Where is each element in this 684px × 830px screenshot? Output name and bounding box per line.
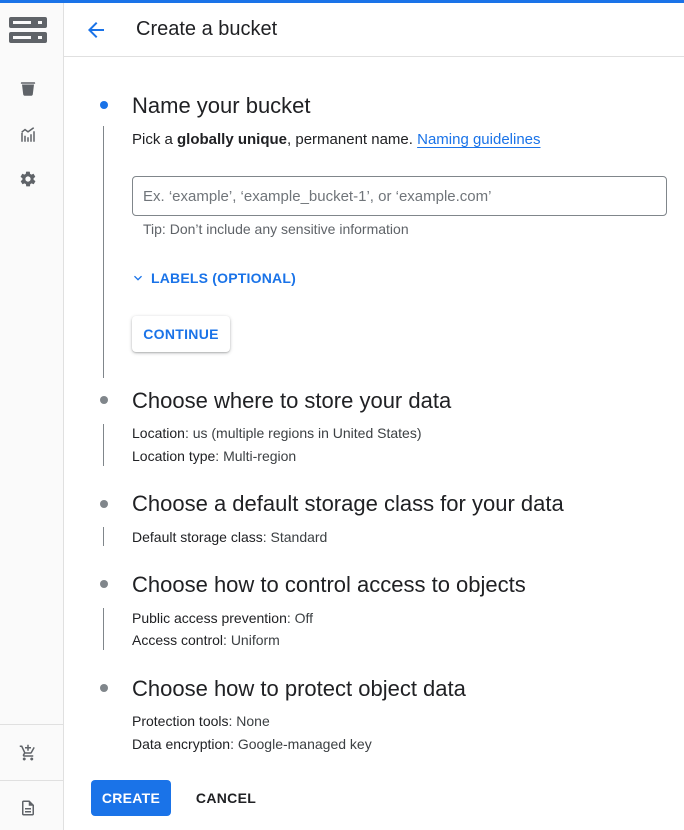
rail-divider [0, 780, 64, 781]
labels-toggle-label: LABELS (OPTIONAL) [151, 270, 296, 286]
step-title-name-bucket: Name your bucket [132, 93, 311, 118]
step-connector-line [103, 608, 104, 650]
labels-optional-toggle[interactable]: LABELS (OPTIONAL) [130, 270, 296, 286]
arrow-back-icon[interactable] [84, 18, 108, 42]
step-title-location: Choose where to store your data [132, 388, 452, 413]
rail-divider [0, 724, 64, 725]
step-connector-line [103, 527, 104, 546]
step-title-protection: Choose how to protect object data [132, 676, 466, 701]
input-tip: Tip: Don’t include any sensitive informa… [143, 221, 409, 237]
summary-protection-tools: Protection tools: None [132, 713, 270, 729]
step-indicator-active [100, 101, 108, 109]
settings-gear-icon[interactable] [18, 169, 38, 189]
marketplace-cart-icon[interactable] [18, 743, 38, 763]
left-nav-rail [0, 3, 64, 830]
create-button[interactable]: CREATE [91, 780, 171, 816]
storage-logo-icon[interactable] [9, 17, 47, 45]
summary-storage-class: Default storage class: Standard [132, 529, 328, 545]
step-indicator [100, 500, 108, 508]
step-description: Pick a globally unique, permanent name. … [132, 131, 541, 148]
step-title-access-control: Choose how to control access to objects [132, 572, 526, 597]
step-indicator [100, 396, 108, 404]
page-header: Create a bucket [64, 3, 684, 57]
summary-access-control: Access control: Uniform [132, 632, 280, 648]
step-title-storage-class: Choose a default storage class for your … [132, 491, 564, 516]
cancel-button[interactable]: CANCEL [188, 780, 264, 816]
release-notes-icon[interactable] [18, 798, 38, 818]
summary-public-access: Public access prevention: Off [132, 610, 314, 626]
page-title: Create a bucket [136, 18, 278, 40]
step-indicator [100, 580, 108, 588]
naming-guidelines-link[interactable]: Naming guidelines [417, 131, 540, 148]
monitoring-chart-icon[interactable] [18, 125, 38, 145]
continue-button[interactable]: CONTINUE [132, 316, 230, 352]
summary-location-type: Location type: Multi-region [132, 448, 297, 464]
summary-location: Location: us (multiple regions in United… [132, 425, 422, 441]
chevron-down-icon [134, 275, 142, 281]
step-indicator [100, 684, 108, 692]
bucket-icon[interactable] [18, 79, 38, 99]
step-connector-line [103, 126, 104, 378]
summary-data-encryption: Data encryption: Google-managed key [132, 736, 372, 752]
bucket-name-input[interactable] [132, 176, 667, 216]
step-connector-line [103, 424, 104, 466]
